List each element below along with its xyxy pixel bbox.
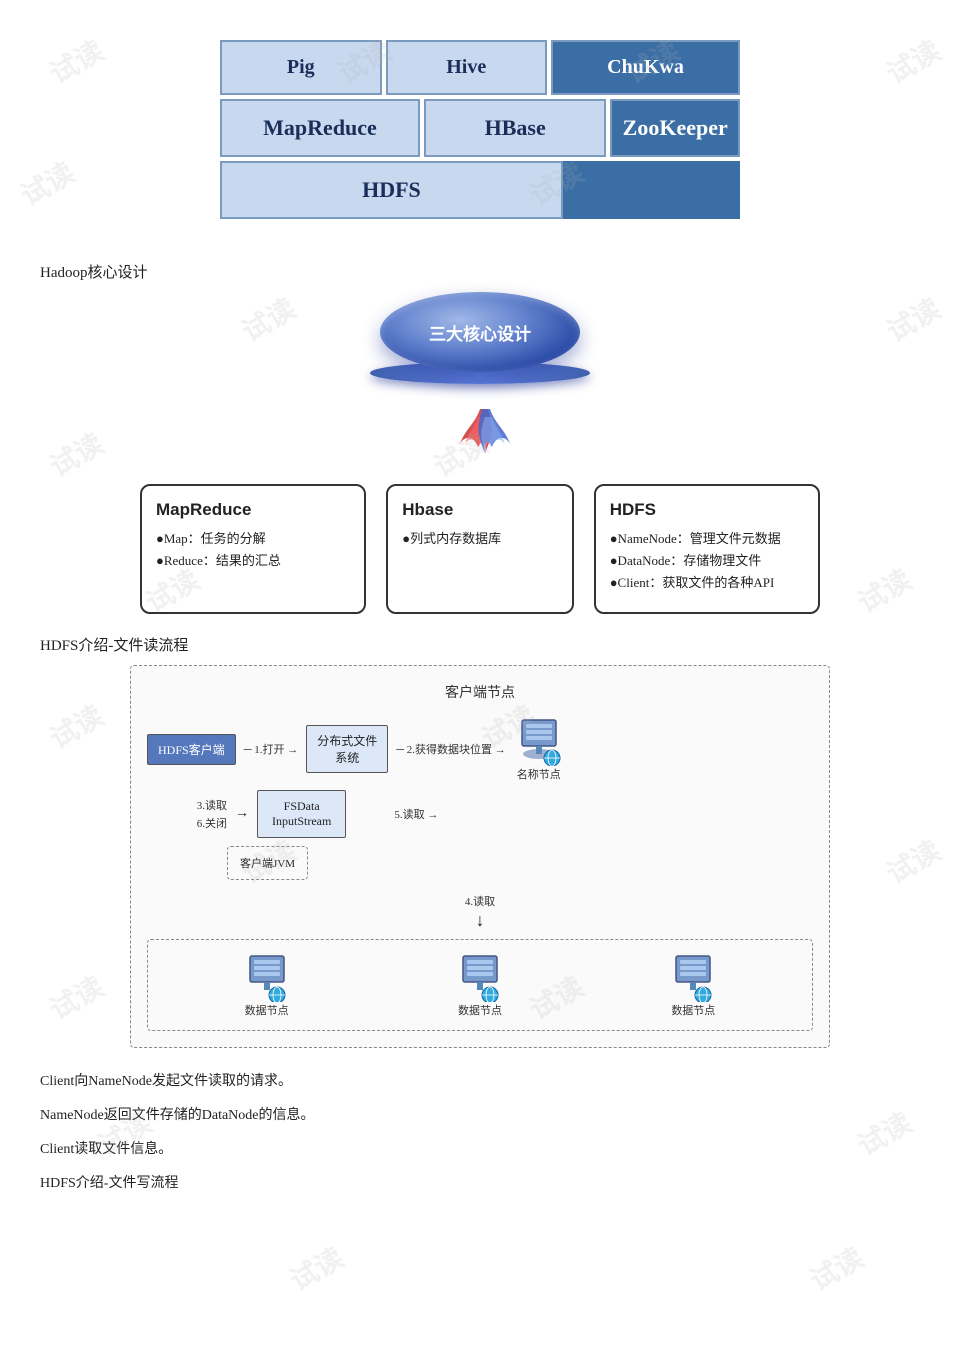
section1-label: Hadoop核心设计 xyxy=(40,261,920,282)
mapreduce-box-content: ●Map：任务的分解●Reduce：结果的汇总 xyxy=(156,528,350,572)
flame-arrows xyxy=(140,404,820,484)
section2-label: HDFS介绍-文件读流程 xyxy=(40,634,920,655)
globe-button: 三大核心设计 xyxy=(380,292,580,372)
step5-label: 5.读取 → xyxy=(394,806,438,822)
desc-1: Client向NameNode发起文件读取的请求。 xyxy=(40,1068,920,1096)
pig-cell: Pig xyxy=(220,40,382,95)
core-design-diagram: 三大核心设计 MapReduce xyxy=(140,292,820,614)
mapreduce-box: MapReduce ●Map：任务的分解●Reduce：结果的汇总 xyxy=(140,484,366,614)
hdfs-client-area-label: 客户端节点 xyxy=(147,682,813,702)
datanodes-row: 数据节点 数据节点 xyxy=(160,952,800,1018)
hdfs-read-diagram: 客户端节点 HDFS客户端 ─ 1.打开 → 分布式文件系统 ─ 2.获得数据块… xyxy=(130,665,830,1048)
desc-2: NameNode返回文件存储的DataNode的信息。 xyxy=(40,1102,920,1130)
namenode-label: 名称节点 xyxy=(517,766,561,782)
hdfs-cell: HDFS xyxy=(220,161,563,219)
hdfs-spacer xyxy=(563,161,740,219)
hbase-box: Hbase ●列式内存数据库 xyxy=(386,484,573,614)
step2-label: ─ 2.获得数据块位置 → xyxy=(396,741,506,757)
distributed-fs-box: 分布式文件系统 xyxy=(306,725,388,773)
client-jvm-label: 客户端JVM xyxy=(227,846,813,880)
chukwa-cell: ChuKwa xyxy=(551,40,740,95)
datanode-2-label: 数据节点 xyxy=(458,1002,502,1018)
datanode-3-label: 数据节点 xyxy=(671,1002,715,1018)
mapreduce-cell: MapReduce xyxy=(220,99,420,157)
hdfs-client-box: HDFS客户端 xyxy=(147,734,236,765)
desc-4: HDFS介绍-文件写流程 xyxy=(40,1170,920,1198)
core-boxes: MapReduce ●Map：任务的分解●Reduce：结果的汇总 Hbase … xyxy=(140,484,820,614)
datanode-1-label: 数据节点 xyxy=(245,1002,289,1018)
zookeeper-cell: ZooKeeper xyxy=(610,99,740,157)
namenode-icon xyxy=(514,716,564,766)
mapreduce-box-title: MapReduce xyxy=(156,500,350,520)
hadoop-row-3: HDFS xyxy=(220,161,740,219)
desc-3: Client读取文件信息。 xyxy=(40,1136,920,1164)
hdfs-box: HDFS ●NameNode：管理文件元数据●DataNode：存储物理文件●C… xyxy=(594,484,820,614)
datanode-2-icon xyxy=(455,952,505,1002)
namenode-area: 名称节点 xyxy=(514,716,564,782)
datanode-3-icon xyxy=(668,952,718,1002)
step4-area: 4.读取 ↓ xyxy=(147,892,813,931)
hdfs-mid-row: 3.读取6.关闭 → FSDataInputStream 5.读取 → xyxy=(147,790,813,838)
step4-label: 4.读取 xyxy=(465,896,495,908)
datanode-2: 数据节点 xyxy=(455,952,505,1018)
hdfs-top-row: HDFS客户端 ─ 1.打开 → 分布式文件系统 ─ 2.获得数据块位置 → xyxy=(147,716,813,782)
datanode-3: 数据节点 xyxy=(668,952,718,1018)
fsdata-box: FSDataInputStream xyxy=(257,790,346,838)
hadoop-row-2: MapReduce HBase ZooKeeper xyxy=(220,99,740,157)
datanode-1: 数据节点 xyxy=(242,952,292,1018)
hbase-box-content: ●列式内存数据库 xyxy=(402,528,557,550)
hbase-box-title: Hbase xyxy=(402,500,557,520)
step1-label: ─ 1.打开 → xyxy=(244,741,299,757)
datanode-1-icon xyxy=(242,952,292,1002)
step3-6-label: 3.读取6.关闭 xyxy=(197,800,227,830)
hadoop-ecosystem-diagram: Pig Hive ChuKwa MapReduce HBase ZooKeep xyxy=(220,40,740,223)
datanodes-area: 数据节点 数据节点 xyxy=(147,939,813,1031)
hdfs-box-title: HDFS xyxy=(610,500,804,520)
hadoop-row-1: Pig Hive ChuKwa xyxy=(220,40,740,95)
hdfs-box-content: ●NameNode：管理文件元数据●DataNode：存储物理文件●Client… xyxy=(610,528,804,594)
hbase-cell: HBase xyxy=(424,99,606,157)
hive-cell: Hive xyxy=(386,40,548,95)
